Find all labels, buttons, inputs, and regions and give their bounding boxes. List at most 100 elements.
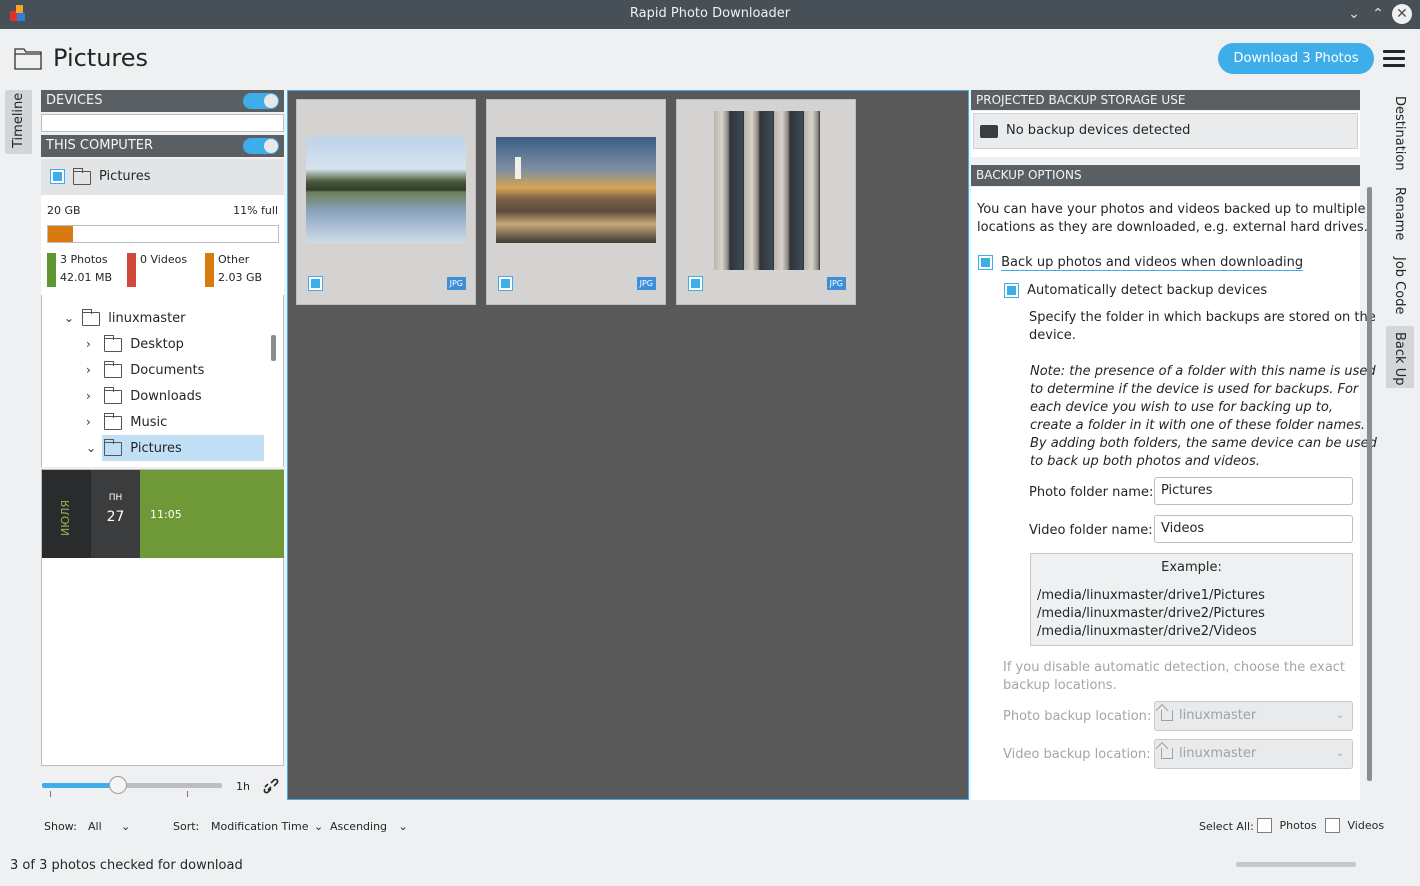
tab-timeline[interactable]: Timeline <box>5 90 32 154</box>
show-label: Show: <box>44 820 77 833</box>
order-select[interactable]: Ascending ⌄ <box>330 820 408 833</box>
tree-item-downloads[interactable]: › Downloads <box>86 383 202 409</box>
videos-swatch <box>127 253 136 287</box>
other-swatch <box>205 253 214 287</box>
tree-item-label: linuxmaster <box>108 311 186 326</box>
timeline-day-cell: ПН 27 <box>91 470 140 558</box>
devices-heading: DEVICES <box>46 93 103 108</box>
thumbnail-checkbox[interactable] <box>498 276 513 291</box>
sort-select[interactable]: Modification Time ⌄ <box>211 820 323 833</box>
show-select[interactable]: All ⌄ <box>88 820 130 833</box>
chevron-down-icon: ⌄ <box>1335 748 1344 759</box>
this-computer-section: THIS COMPUTER <box>41 135 284 157</box>
chevron-down-icon[interactable]: ⌄ <box>64 305 78 331</box>
note-line-1: Note: the presence of a folder with this… <box>1030 364 1376 379</box>
right-panel-scrollbar[interactable] <box>1367 187 1372 781</box>
thumbnail-checkbox[interactable] <box>308 276 323 291</box>
select-all-photos[interactable]: Photos <box>1257 818 1317 833</box>
folder-icon <box>73 168 91 185</box>
example-box: Example: /media/linuxmaster/drive1/Pictu… <box>1030 553 1353 646</box>
chevron-right-icon[interactable]: › <box>86 383 100 409</box>
example-line-2: /media/linuxmaster/drive2/Pictures <box>1037 606 1265 621</box>
sort-value: Modification Time <box>211 820 309 833</box>
timeline-slider[interactable] <box>42 776 222 798</box>
photo-lake-reflection <box>306 137 466 243</box>
timeline-time-cell[interactable]: 11:05 <box>140 470 284 558</box>
timeline-month: ИЮЛЯ <box>59 499 72 536</box>
example-line-1: /media/linuxmaster/drive1/Pictures <box>1037 588 1265 603</box>
specify-line-1: Specify the folder in which backups are … <box>1029 310 1376 325</box>
home-icon <box>1161 748 1173 759</box>
select-all-photos-checkbox[interactable] <box>1257 818 1272 833</box>
minimize-icon[interactable]: ⌄ <box>1344 4 1364 24</box>
percent-full-label: 11% full <box>233 204 278 217</box>
download-button[interactable]: Download 3 Photos <box>1218 43 1374 74</box>
slider-handle[interactable] <box>109 776 127 794</box>
auto-detect-checkbox-row[interactable]: Automatically detect backup devices <box>1004 283 1267 298</box>
note-line-2: to determine if the device is used for b… <box>1030 382 1359 397</box>
tab-rename-label: Rename <box>1392 187 1407 241</box>
source-checkbox[interactable] <box>50 169 65 184</box>
timeline-weekday: ПН <box>108 493 123 503</box>
backup-enable-checkbox[interactable] <box>978 255 993 270</box>
note-line-5: By adding both folders, the same device … <box>1030 436 1377 451</box>
tab-back-up[interactable]: Back Up <box>1386 326 1414 388</box>
folder-icon <box>14 46 42 70</box>
note-line-6: to back up both photos and videos. <box>1030 454 1260 469</box>
photo-folder-input[interactable]: Pictures <box>1154 477 1353 505</box>
show-value: All <box>88 820 102 833</box>
chevron-right-icon[interactable]: › <box>86 409 100 435</box>
tab-job-code[interactable]: Job Code <box>1386 253 1414 317</box>
tree-item-desktop[interactable]: › Desktop <box>86 331 184 357</box>
this-computer-toggle[interactable] <box>243 138 279 154</box>
video-folder-input[interactable]: Videos <box>1154 515 1353 543</box>
thumbnail-card[interactable]: JPG <box>296 99 476 305</box>
backup-storage-header: PROJECTED BACKUP STORAGE USE <box>971 90 1360 110</box>
storage-panel: 20 GB 11% full 3 Photos 42.01 MB 0 Video… <box>41 195 284 295</box>
menu-icon[interactable] <box>1383 50 1405 68</box>
select-all-videos-checkbox[interactable] <box>1325 818 1340 833</box>
chevron-right-icon[interactable]: › <box>86 357 100 383</box>
devices-toggle[interactable] <box>243 93 279 109</box>
other-label: Other <box>218 253 250 266</box>
timeline-panel: ИЮЛЯ ПН 27 11:05 <box>41 469 284 766</box>
lighthouse-shape <box>515 157 521 179</box>
title-bar: Rapid Photo Downloader ⌄ ⌃ ✕ <box>0 0 1420 29</box>
thumbnail-card[interactable]: JPG <box>676 99 856 305</box>
usage-bar-fill <box>48 226 74 242</box>
chevron-down-icon: ⌄ <box>398 820 408 833</box>
backup-options-header: BACKUP OPTIONS <box>971 165 1360 186</box>
auto-detect-checkbox[interactable] <box>1004 283 1019 298</box>
thumbnail-checkbox[interactable] <box>688 276 703 291</box>
photo-folder-label: Photo folder name: <box>1029 485 1154 500</box>
close-icon[interactable]: ✕ <box>1392 4 1412 24</box>
video-backup-value: linuxmaster <box>1179 746 1257 761</box>
tree-item-pictures[interactable]: ⌄ Pictures <box>86 435 182 461</box>
progress-bar <box>1236 862 1356 867</box>
tab-rename[interactable]: Rename <box>1386 183 1414 241</box>
tree-item-label: Downloads <box>130 389 202 404</box>
home-icon <box>1161 710 1173 721</box>
thumbnail-card[interactable]: JPG <box>486 99 666 305</box>
note-line-4: create a folder in it with one of these … <box>1030 418 1366 433</box>
tree-item-music[interactable]: › Music <box>86 409 167 435</box>
tree-scrollbar[interactable] <box>271 335 276 361</box>
maximize-icon[interactable]: ⌃ <box>1368 4 1388 24</box>
tree-item-root[interactable]: ⌄ linuxmaster <box>64 305 186 331</box>
tree-item-documents[interactable]: › Documents <box>86 357 204 383</box>
chevron-down-icon[interactable]: ⌄ <box>86 435 100 461</box>
source-row[interactable]: Pictures <box>41 159 284 195</box>
backup-enable-checkbox-row[interactable]: Back up photos and videos when downloadi… <box>978 255 1304 271</box>
photo-backup-select[interactable]: linuxmaster ⌄ <box>1154 701 1353 731</box>
chevron-down-icon: ⌄ <box>121 820 131 833</box>
video-backup-select[interactable]: linuxmaster ⌄ <box>1154 739 1353 769</box>
file-type-badge: JPG <box>826 277 846 290</box>
select-all-videos[interactable]: Videos <box>1325 818 1384 833</box>
tab-destination[interactable]: Destination <box>1386 92 1414 171</box>
chevron-down-icon: ⌄ <box>313 820 324 833</box>
chevron-right-icon[interactable]: › <box>86 331 100 357</box>
unlink-icon[interactable] <box>262 777 280 795</box>
example-title: Example: <box>1161 560 1222 575</box>
this-computer-header: THIS COMPUTER <box>41 135 284 157</box>
auto-detect-label: Automatically detect backup devices <box>1027 283 1268 298</box>
